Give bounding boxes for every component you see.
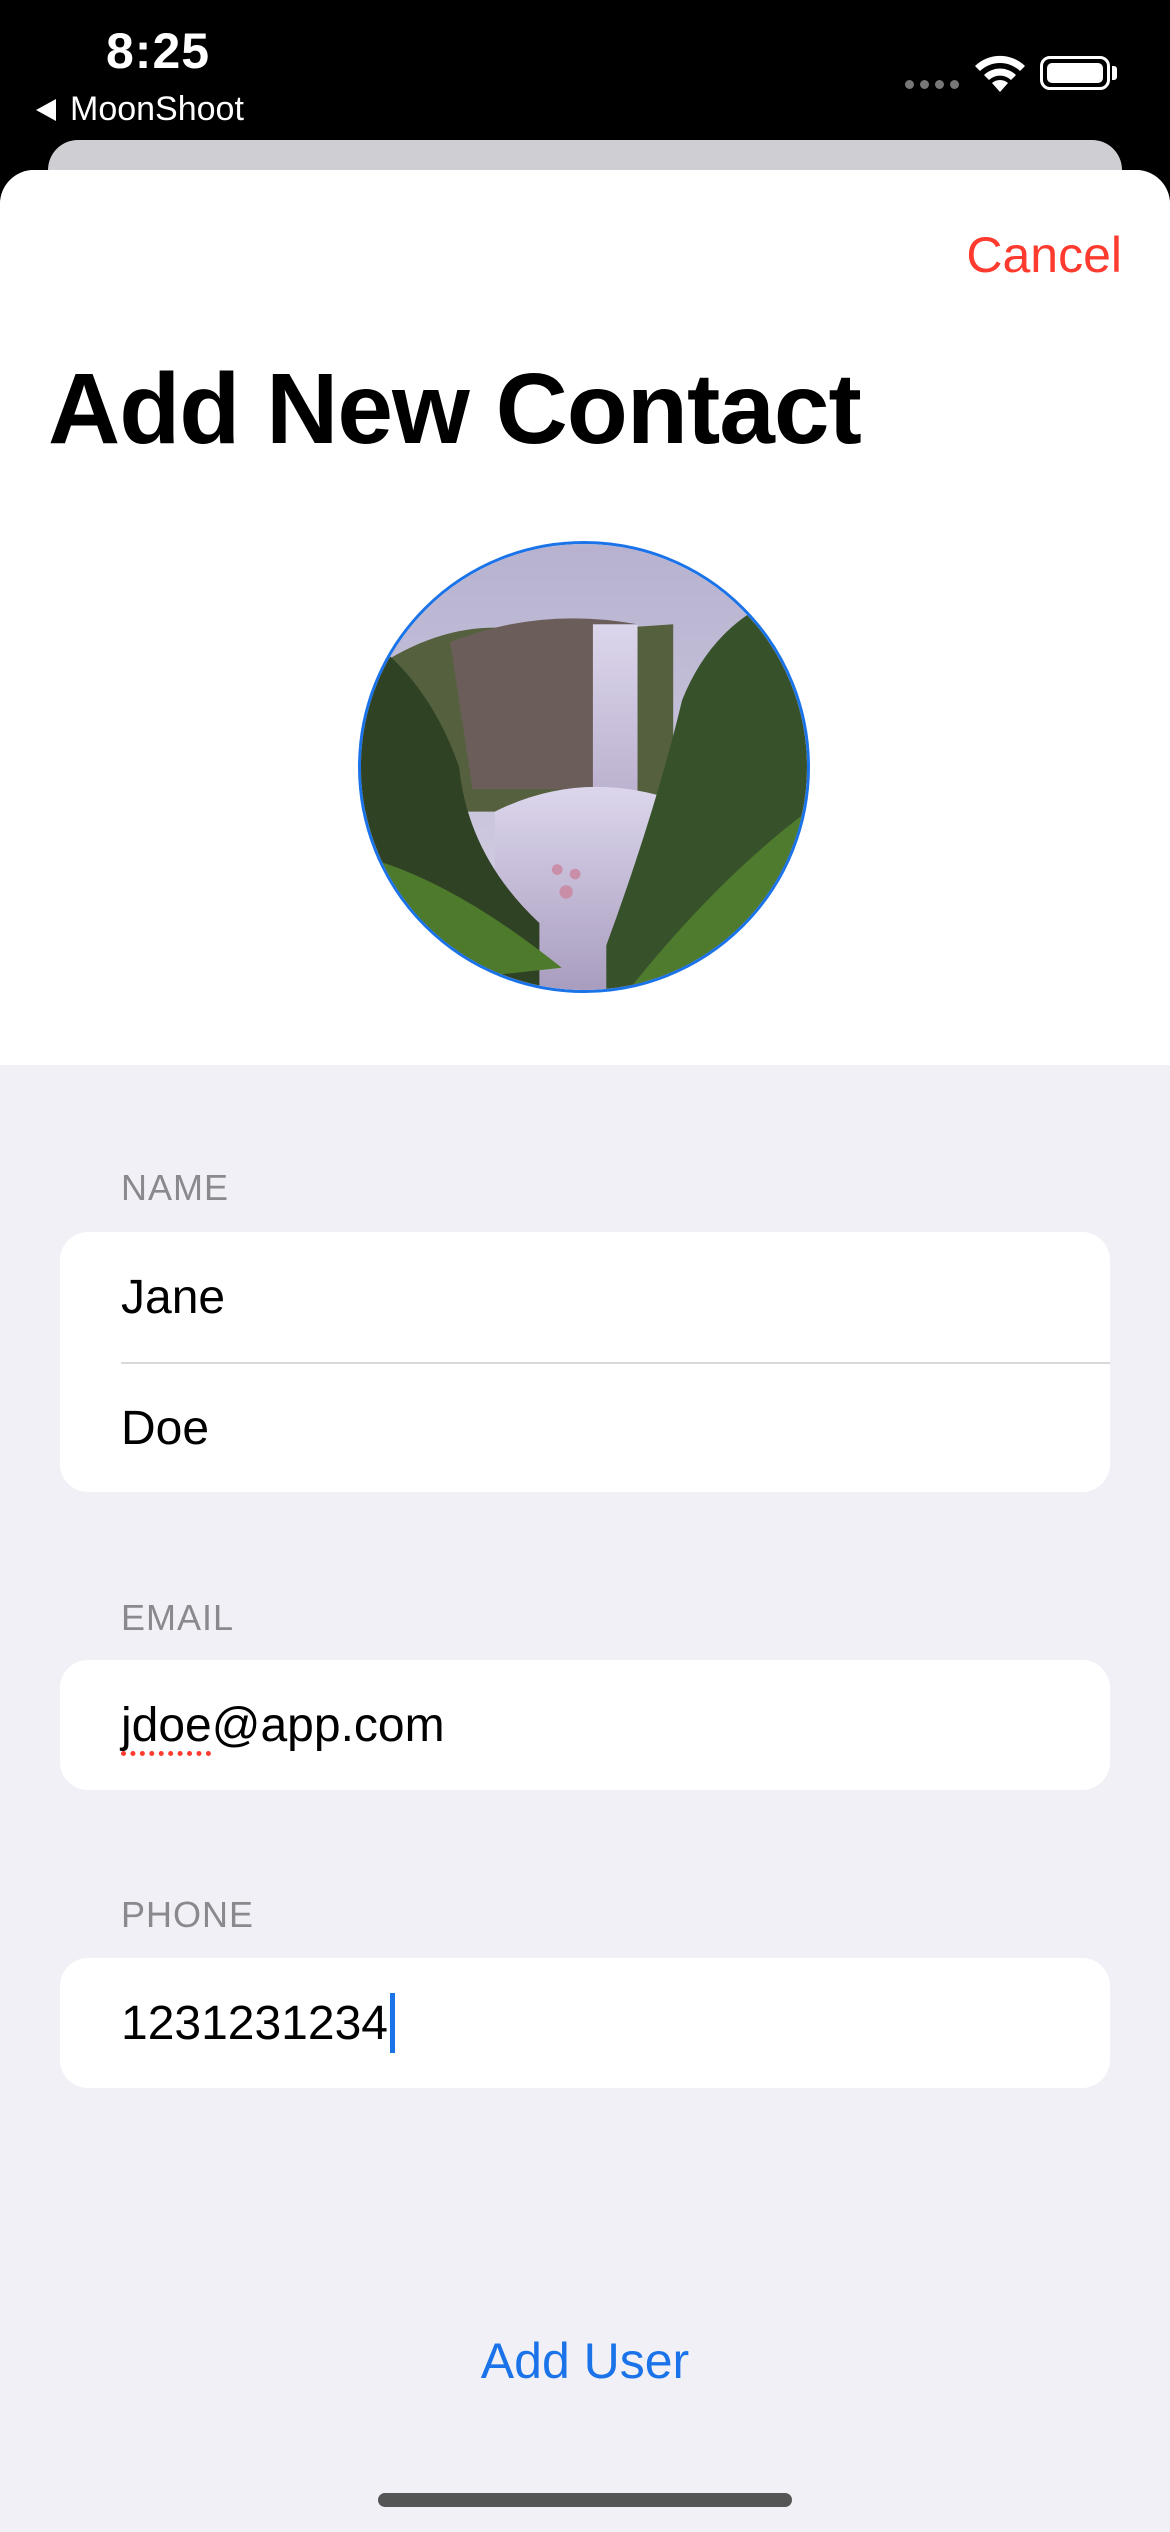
email-domain-part: @app.com: [211, 1698, 445, 1752]
first-name-field[interactable]: Jane: [60, 1232, 1110, 1362]
sheet-header: Cancel Add New Contact: [0, 170, 1170, 1065]
name-section-label: NAME: [121, 1167, 230, 1208]
signal-dots-icon: [905, 80, 959, 89]
home-indicator[interactable]: [378, 2493, 792, 2507]
page-title: Add New Contact: [48, 353, 862, 465]
add-user-button[interactable]: Add User: [0, 2332, 1170, 2390]
last-name-field[interactable]: Doe: [121, 1362, 1110, 1492]
cancel-button[interactable]: Cancel: [966, 226, 1122, 284]
status-time: 8:25: [106, 23, 211, 79]
back-to-app-link[interactable]: MoonShoot: [36, 90, 244, 129]
phone-value: 1231231234: [121, 1996, 388, 2050]
email-field[interactable]: jdoe @app.com: [60, 1660, 1110, 1790]
text-cursor: [389, 1993, 395, 2053]
email-misspelled-part: jdoe: [121, 1698, 212, 1752]
avatar-photo[interactable]: [358, 541, 810, 993]
email-section-label: EMAIL: [121, 1597, 235, 1638]
phone-section-label: PHONE: [121, 1894, 255, 1935]
phone-field[interactable]: 1231231234: [60, 1958, 1110, 2088]
name-group: Jane Doe: [60, 1232, 1110, 1492]
battery-tip: [1112, 66, 1117, 80]
back-arrow-icon: [36, 98, 56, 121]
email-group: jdoe @app.com: [60, 1660, 1110, 1790]
add-contact-sheet: Cancel Add New Contact NAME Jane Doe EMA…: [0, 170, 1170, 2532]
wifi-icon: [975, 55, 1025, 92]
battery-icon: [1040, 56, 1110, 90]
waterfall-photo-icon: [361, 544, 807, 990]
back-app-label: MoonShoot: [70, 90, 244, 128]
phone-group: 1231231234: [60, 1958, 1110, 2088]
